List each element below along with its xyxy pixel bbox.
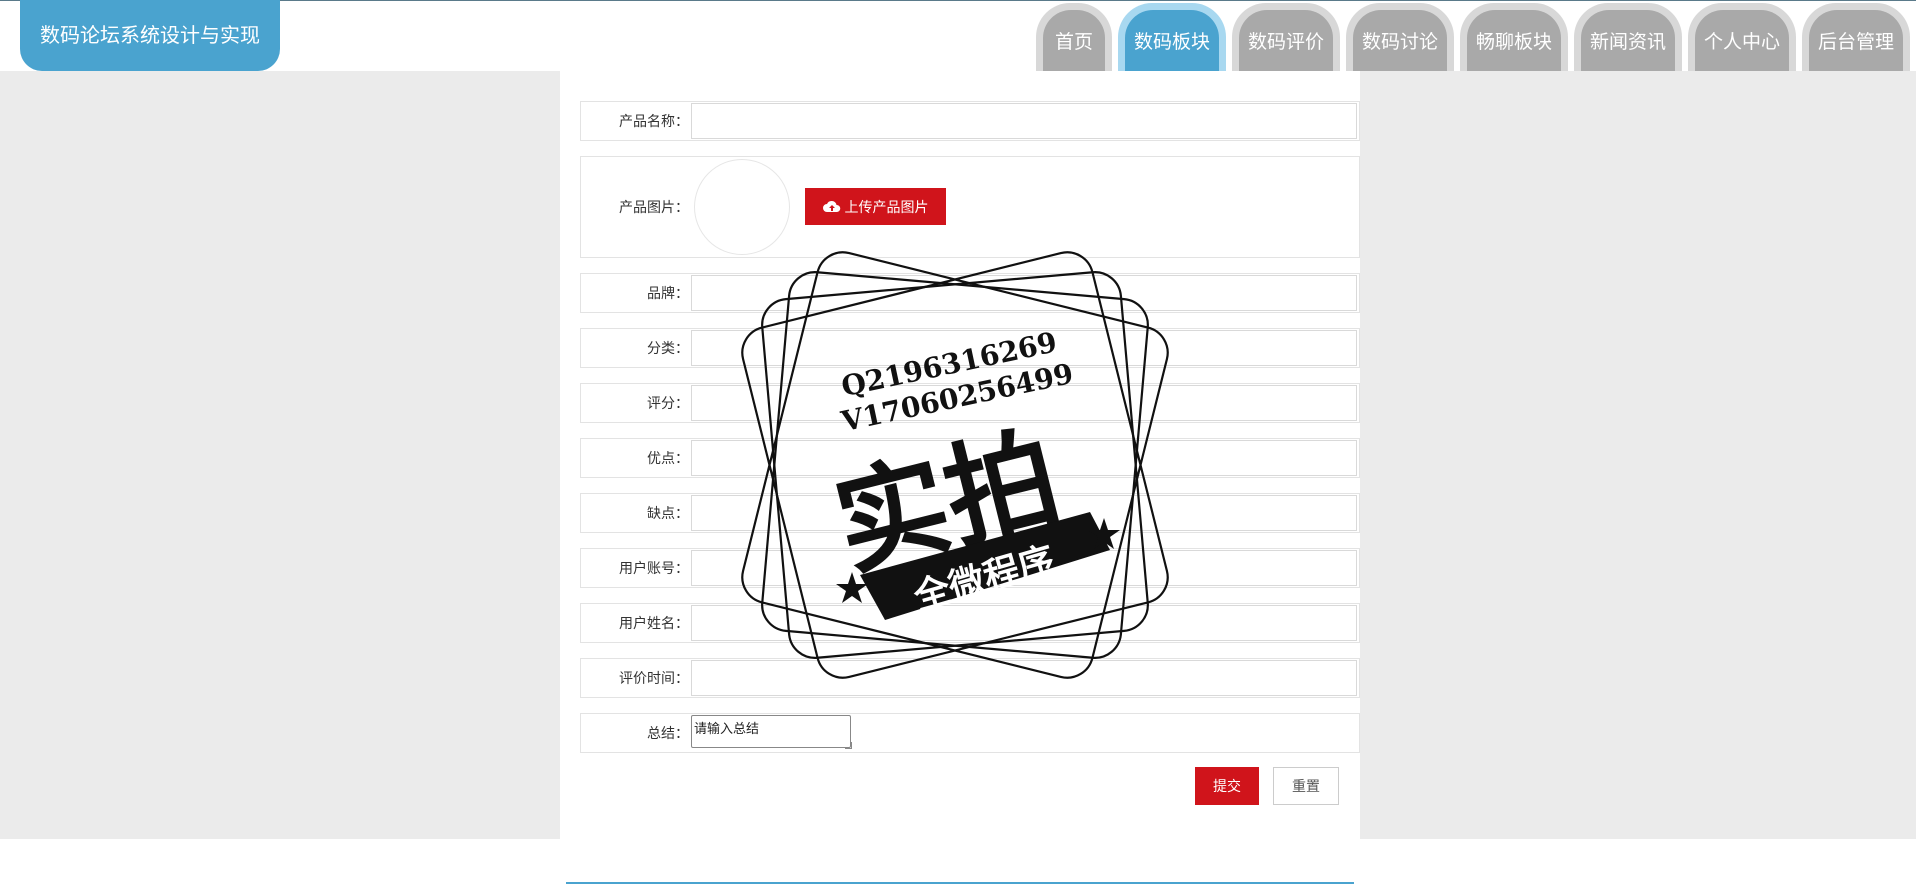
cloud-upload-icon: [822, 200, 840, 212]
rating-label: 评分：: [647, 396, 689, 412]
product-image-label: 产品图片：: [619, 200, 689, 216]
row-brand: 品牌：: [580, 273, 1360, 313]
summary-label: 总结：: [647, 726, 689, 742]
nav-label: 新闻资讯: [1581, 10, 1675, 71]
nav-label: 数码评价: [1239, 10, 1333, 71]
nav-label: 数码板块: [1125, 10, 1219, 71]
nav-personal-center[interactable]: 个人中心: [1688, 3, 1796, 71]
row-user-account: 用户账号：: [580, 548, 1360, 588]
row-user-name: 用户姓名：: [580, 603, 1360, 643]
nav-label: 个人中心: [1695, 10, 1789, 71]
nav-label: 后台管理: [1809, 10, 1903, 71]
submit-button[interactable]: 提交: [1195, 767, 1259, 805]
main-nav: 首页 数码板块 数码评价 数码讨论 畅聊板块 新闻资讯 个人中心 后台管理: [1030, 3, 1910, 71]
row-product-image: 产品图片： 上传产品图片: [580, 156, 1360, 258]
cons-label: 缺点：: [647, 506, 689, 522]
row-pros: 优点：: [580, 438, 1360, 478]
product-name-label: 产品名称：: [619, 114, 689, 130]
brand-label: 品牌：: [647, 286, 689, 302]
category-input[interactable]: [691, 330, 1357, 366]
row-rating: 评分：: [580, 383, 1360, 423]
nav-digital-review[interactable]: 数码评价: [1232, 3, 1340, 71]
product-image-preview: [694, 159, 790, 255]
nav-label: 数码讨论: [1353, 10, 1447, 71]
brand-input[interactable]: [691, 275, 1357, 311]
textarea-resize-handle[interactable]: [845, 742, 852, 749]
rating-input[interactable]: [691, 385, 1357, 421]
product-name-input[interactable]: [691, 103, 1357, 139]
row-review-time: 评价时间：: [580, 658, 1360, 698]
nav-home[interactable]: 首页: [1036, 3, 1112, 71]
review-time-input[interactable]: [691, 660, 1357, 696]
user-account-input[interactable]: [691, 550, 1357, 586]
user-name-input[interactable]: [691, 605, 1357, 641]
nav-digital-section[interactable]: 数码板块: [1118, 3, 1226, 71]
top-border: [0, 0, 1916, 1]
nav-news[interactable]: 新闻资讯: [1574, 3, 1682, 71]
nav-label: 畅聊板块: [1467, 10, 1561, 71]
row-category: 分类：: [580, 328, 1360, 368]
cons-input[interactable]: [691, 495, 1357, 531]
review-form: 产品名称： 产品图片： 上传产品图片 品牌： 分类： 评分： 优点： 缺点： 用: [560, 71, 1360, 840]
summary-textarea[interactable]: 请输入总结: [691, 715, 851, 748]
row-cons: 缺点：: [580, 493, 1360, 533]
nav-chat-section[interactable]: 畅聊板块: [1460, 3, 1568, 71]
pros-input[interactable]: [691, 440, 1357, 476]
upload-image-label: 上传产品图片: [844, 198, 929, 215]
user-name-label: 用户姓名：: [619, 616, 689, 632]
nav-digital-discussion[interactable]: 数码讨论: [1346, 3, 1454, 71]
pros-label: 优点：: [647, 451, 689, 467]
app-title: 数码论坛系统设计与实现: [20, 0, 280, 71]
review-time-label: 评价时间：: [619, 671, 689, 687]
row-product-name: 产品名称：: [580, 101, 1360, 141]
category-label: 分类：: [647, 341, 689, 357]
nav-label: 首页: [1043, 10, 1105, 71]
upload-image-button[interactable]: 上传产品图片: [805, 188, 946, 225]
reset-button[interactable]: 重置: [1273, 767, 1339, 805]
nav-admin[interactable]: 后台管理: [1802, 3, 1910, 71]
user-account-label: 用户账号：: [619, 561, 689, 577]
footer-divider: [566, 882, 1354, 884]
row-summary: 总结： 请输入总结: [580, 713, 1360, 753]
